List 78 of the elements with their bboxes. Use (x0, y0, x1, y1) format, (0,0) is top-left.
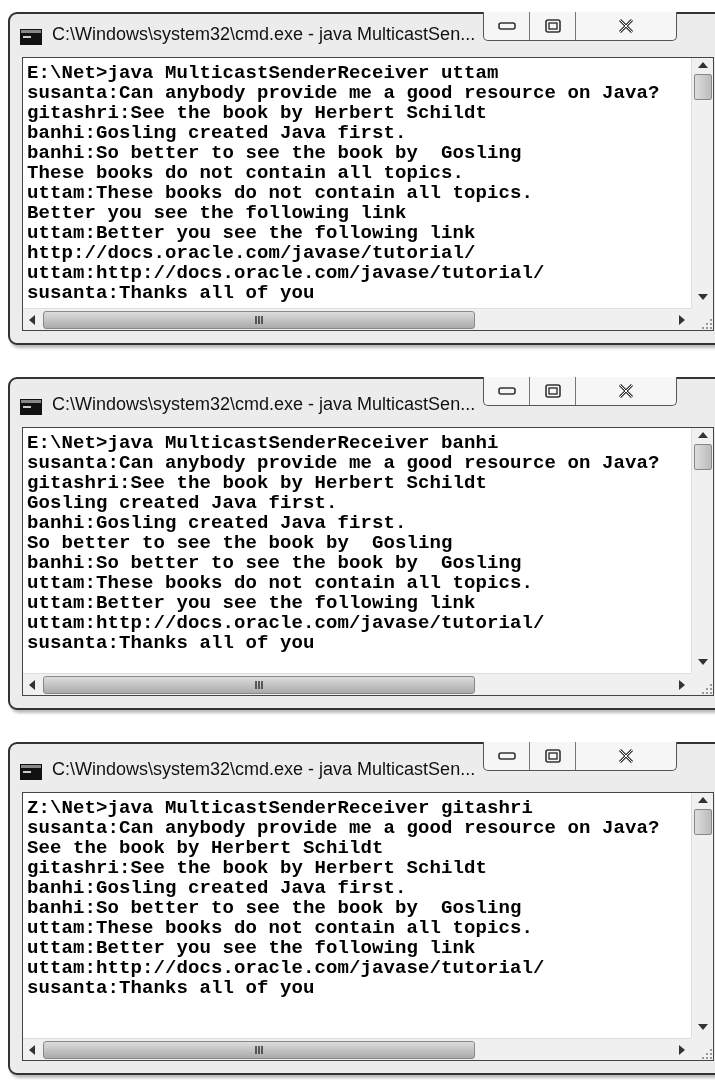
scroll-up-arrow-icon (697, 62, 708, 68)
console-line: uttam:These books do not contain all topics. (27, 183, 535, 203)
console-line: banhi:Gosling created Java first. (27, 123, 408, 143)
console-line: uttam:Better you see the following link (27, 223, 477, 243)
maximize-icon (544, 384, 561, 398)
minimize-icon (497, 21, 516, 31)
window-title: C:\Windows\system32\cmd.exe - java MulticastSen... (52, 24, 476, 45)
console-line: Gosling created Java first. (27, 493, 339, 513)
horizontal-scrollbar[interactable] (23, 1038, 691, 1060)
console-app-icon (20, 399, 42, 415)
grip-icon (254, 315, 264, 324)
vertical-scrollbar[interactable] (691, 793, 713, 1038)
scrollbar-thumb[interactable] (43, 1040, 475, 1059)
console-line: susanta:Thanks all of you (27, 633, 316, 653)
console-line: uttam:Better you see the following link (27, 593, 477, 613)
close-icon (618, 19, 634, 33)
console-line: See the book by Herbert Schildt (27, 838, 385, 858)
scrollbar-thumb[interactable] (693, 444, 712, 470)
console-line: Better you see the following link (27, 203, 408, 223)
resize-grip-icon[interactable] (701, 318, 713, 330)
scroll-right-arrow-icon (679, 1044, 685, 1055)
console-line: banhi:Gosling created Java first. (27, 878, 408, 898)
vertical-scrollbar[interactable] (691, 428, 713, 673)
window-title: C:\Windows\system32\cmd.exe - java MulticastSen... (52, 394, 476, 415)
console-app-icon (20, 764, 42, 780)
scroll-down-arrow-icon (697, 1024, 708, 1030)
console-line: uttam:http://docs.oracle.com/javase/tutorial/ (27, 958, 546, 978)
console-line: susanta:Can anybody provide me a good resource on Java? (27, 83, 661, 103)
window-title: C:\Windows\system32\cmd.exe - java MulticastSen... (52, 759, 476, 780)
scroll-right-arrow-icon (679, 314, 685, 325)
console-line: gitashri:See the book by Herbert Schildt (27, 473, 489, 493)
console-line: susanta:Thanks all of you (27, 283, 316, 303)
console-line: gitashri:See the book by Herbert Schildt (27, 858, 489, 878)
scroll-left-arrow-icon (29, 1044, 35, 1055)
console-line: E:\Net>java MulticastSenderReceiver banhi (27, 433, 500, 453)
resize-grip-icon[interactable] (701, 683, 713, 695)
horizontal-scrollbar[interactable] (23, 308, 691, 330)
console-line: uttam:Better you see the following link (27, 938, 477, 958)
console-line: Z:\Net>java MulticastSenderReceiver gitashri (27, 798, 535, 818)
grip-icon (254, 680, 264, 689)
horizontal-scrollbar[interactable] (23, 673, 691, 695)
scroll-left-arrow-icon (29, 679, 35, 690)
scroll-right-arrow-icon (679, 679, 685, 690)
scroll-down-arrow-icon (697, 659, 708, 665)
console-line: banhi:So better to see the book by Gosling (27, 898, 523, 918)
grip-icon (254, 1045, 264, 1054)
scrollbar-thumb[interactable] (43, 310, 475, 329)
console-line: So better to see the book by Gosling (27, 533, 454, 553)
scroll-down-arrow-icon (697, 294, 708, 300)
close-icon (618, 384, 634, 398)
console-line: uttam:These books do not contain all topics. (27, 918, 535, 938)
console-line: susanta:Thanks all of you (27, 978, 316, 998)
console-line: uttam:http://docs.oracle.com/javase/tutorial/ (27, 263, 546, 283)
console-line: susanta:Can anybody provide me a good resource on Java? (27, 453, 661, 473)
maximize-icon (544, 19, 561, 33)
console-line: These books do not contain all topics. (27, 163, 466, 183)
scroll-up-arrow-icon (697, 432, 708, 438)
scrollbar-thumb[interactable] (43, 675, 475, 694)
scrollbar-thumb[interactable] (693, 809, 712, 835)
minimize-icon (497, 751, 516, 761)
maximize-icon (544, 749, 561, 763)
console-line: susanta:Can anybody provide me a good resource on Java? (27, 818, 661, 838)
console-line: banhi:So better to see the book by Gosling (27, 553, 523, 573)
scroll-left-arrow-icon (29, 314, 35, 325)
console-line: uttam:http://docs.oracle.com/javase/tutorial/ (27, 613, 546, 633)
console-line: uttam:These books do not contain all topics. (27, 573, 535, 593)
scrollbar-thumb[interactable] (693, 74, 712, 100)
console-line: http://docs.oracle.com/javase/tutorial/ (27, 243, 477, 263)
console-line: E:\Net>java MulticastSenderReceiver uttam (27, 63, 500, 83)
scroll-up-arrow-icon (697, 797, 708, 803)
vertical-scrollbar[interactable] (691, 58, 713, 308)
close-icon (618, 749, 634, 763)
console-line: gitashri:See the book by Herbert Schildt (27, 103, 489, 123)
minimize-icon (497, 386, 516, 396)
resize-grip-icon[interactable] (701, 1048, 713, 1060)
console-app-icon (20, 29, 42, 45)
console-line: banhi:So better to see the book by Gosling (27, 143, 523, 163)
console-line: banhi:Gosling created Java first. (27, 513, 408, 533)
